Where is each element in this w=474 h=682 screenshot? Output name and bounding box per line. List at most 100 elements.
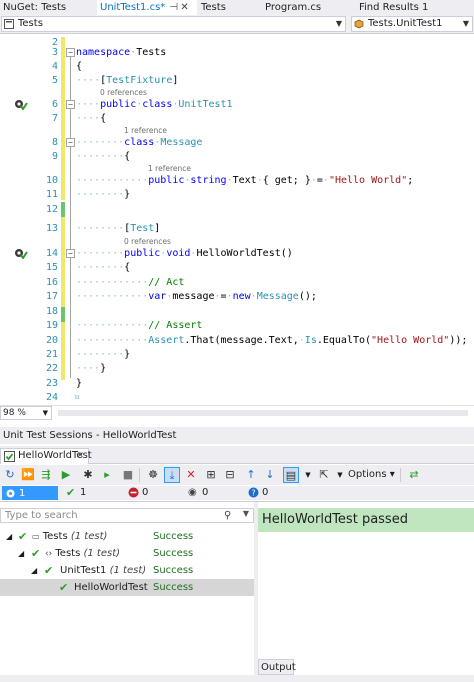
remove-icon[interactable]: ✕ xyxy=(183,467,199,483)
filter-ignored[interactable]: ◉ 0 xyxy=(186,486,236,500)
filter-failed[interactable]: 0 xyxy=(126,486,176,500)
code-line: 14 − ········public·void·HelloWorldTest(… xyxy=(45,248,293,259)
next-icon[interactable]: ↓ xyxy=(262,467,278,483)
run-icon[interactable]: ▶ xyxy=(58,467,74,483)
track-icon[interactable]: ☸ xyxy=(145,467,161,483)
tree-row[interactable]: ◢ ✔ ‹› Tests (1 test) Success xyxy=(0,545,254,562)
horizontal-scrollbar[interactable] xyxy=(58,410,468,416)
tab-tests[interactable]: Tests xyxy=(198,0,262,15)
export-icon[interactable]: ⇱ xyxy=(316,467,332,483)
search-input[interactable] xyxy=(1,509,221,522)
code-line: 19 ············// Assert xyxy=(45,320,203,331)
code-line: 16 ············// Act xyxy=(45,277,185,288)
bottom-tab-strip xyxy=(0,675,474,682)
code-line: 8 − ········class·Message xyxy=(51,137,203,148)
expand-all-icon[interactable]: ⊞ xyxy=(203,467,219,483)
chevron-down-icon[interactable]: ▼ xyxy=(332,467,348,483)
code-line: 4 { xyxy=(51,61,83,72)
test-session-icon xyxy=(4,451,15,462)
session-tab-strip: HelloWorldTest ✕ xyxy=(0,446,474,464)
all-tests-icon xyxy=(6,489,15,498)
tree-row[interactable]: ◢ ✔ ▭ Tests (1 test) Success xyxy=(0,528,254,545)
filter-passed[interactable]: ✔ 1 xyxy=(64,486,114,500)
tab-nuget-tests[interactable]: NuGet: Tests xyxy=(0,0,96,15)
collapse-icon[interactable]: − xyxy=(66,48,75,57)
project-icon: ▭ xyxy=(32,532,40,541)
session-body: ⚲ ▼ ◢ ✔ ▭ Tests (1 test) Success ◢ ✔ ‹› … xyxy=(0,501,474,682)
code-editor[interactable]: 2 3 − namespace·Tests 4 { 5 ····[TestFix… xyxy=(0,35,474,405)
code-line: 5 ····[TestFixture] xyxy=(51,75,179,86)
codelens-references[interactable]: 1 reference xyxy=(124,126,167,135)
code-line: 12 xyxy=(45,204,58,215)
class-dropdown[interactable]: Tests.UnitTest1 ▼ xyxy=(351,16,473,32)
code-line: 23 } xyxy=(45,378,83,389)
navigation-bar: Tests ▼ Tests.UnitTest1 ▼ xyxy=(0,15,474,34)
passed-icon: ✔ xyxy=(44,564,54,577)
code-line: 15 ········{ xyxy=(45,262,131,273)
code-line: 9 ········{ xyxy=(51,151,131,162)
code-line: 17 ············var·message·=·new·Message… xyxy=(45,291,317,302)
passed-icon: ✔ xyxy=(59,581,69,594)
code-line: 21 ········} xyxy=(45,349,131,360)
chevron-down-icon[interactable]: ▼ xyxy=(243,509,249,518)
filter-unknown[interactable]: ? 0 xyxy=(246,486,296,500)
codelens-references[interactable]: 0 references xyxy=(100,88,147,97)
close-icon[interactable]: ✕ xyxy=(180,0,188,15)
chevron-down-icon[interactable]: ▼ xyxy=(300,467,316,483)
stop-icon[interactable]: ■ xyxy=(120,467,136,483)
debug-icon[interactable]: ✱ xyxy=(80,467,96,483)
passed-icon: ✔ xyxy=(66,486,76,499)
previous-icon[interactable]: ↑ xyxy=(243,467,259,483)
session-tab[interactable]: HelloWorldTest ✕ xyxy=(0,448,92,464)
expanded-arrow-icon[interactable]: ◢ xyxy=(18,545,24,562)
unknown-icon: ? xyxy=(248,487,259,498)
unit-test-toolbar: ↻ ⏩ ⇶ ▶ ✱ ▸ ■ ☸ ⤓ ✕ ⊞ ⊟ ↑ ↓ ▤ ▼ ⇱ ▼ Opti… xyxy=(0,465,474,485)
search-icon[interactable]: ⚲ xyxy=(224,510,235,521)
codelens-references[interactable]: 0 references xyxy=(124,237,171,246)
codelens-references[interactable]: 1 reference xyxy=(148,164,191,173)
expanded-arrow-icon[interactable]: ◢ xyxy=(6,528,12,545)
filter-all[interactable]: 1 xyxy=(2,486,58,500)
namespace-icon: ‹› xyxy=(45,549,53,559)
collapse-icon[interactable]: − xyxy=(66,249,75,258)
chevron-down-icon: ▼ xyxy=(42,409,48,417)
tab-find-results[interactable]: Find Results 1 xyxy=(356,0,474,15)
chevron-down-icon: ▼ xyxy=(462,19,469,28)
csharp-project-icon xyxy=(4,19,14,29)
code-line: 20 ············Assert.That(message.Text,… xyxy=(45,335,468,346)
code-line: 7 ····{ xyxy=(51,113,107,124)
zoom-dropdown[interactable]: 98 % ▼ xyxy=(0,406,52,420)
pin-icon[interactable]: ⊣ xyxy=(169,0,178,15)
collapse-icon[interactable]: − xyxy=(66,100,75,109)
code-line: 10 ············public·string·Text·{ get;… xyxy=(45,175,414,186)
ignored-icon: ◉ xyxy=(188,487,197,498)
expanded-arrow-icon[interactable]: ◢ xyxy=(31,562,37,579)
tree-row[interactable]: ◢ ✔ UnitTest1 (1 test) Success xyxy=(0,562,254,579)
tab-unittest1[interactable]: UnitTest1.cs* ⊣ ✕ xyxy=(97,0,197,15)
code-line: 6 − ····public·class·UnitTest1 xyxy=(51,99,233,110)
tab-program[interactable]: Program.cs xyxy=(262,0,356,15)
refresh-icon[interactable]: ↻ xyxy=(2,467,18,483)
options-menu[interactable]: Options ▾ xyxy=(348,467,395,483)
auto-scroll-icon[interactable]: ⤓ xyxy=(164,467,180,483)
tree-row-selected[interactable]: ✔ HelloWorldTest Success xyxy=(0,579,254,596)
run-changed-icon[interactable]: ⇶ xyxy=(38,467,54,483)
code-line: 18 xyxy=(45,306,58,317)
coverage-icon[interactable]: ⇄ xyxy=(406,467,422,483)
result-filter-bar: 1 ✔ 1 0 ◉ 0 ? 0 xyxy=(0,486,474,500)
collapse-icon[interactable]: − xyxy=(66,138,75,147)
collapse-all-icon[interactable]: ⊟ xyxy=(222,467,238,483)
panel-title: Unit Test Sessions - HelloWorldTest xyxy=(0,427,474,444)
run-all-icon[interactable]: ⏩ xyxy=(20,467,36,483)
failed-icon xyxy=(128,487,139,498)
code-line: 11 ········} xyxy=(45,189,131,200)
project-dropdown[interactable]: Tests ▼ xyxy=(1,16,346,32)
editor-zoom-bar: 98 % ▼ xyxy=(0,405,474,420)
close-icon[interactable]: ✕ xyxy=(76,449,84,463)
tab-output[interactable]: Output xyxy=(258,659,296,675)
run-until-fail-icon[interactable]: ▸ xyxy=(99,467,115,483)
class-icon xyxy=(354,19,364,29)
passed-icon: ✔ xyxy=(18,530,28,543)
code-line: 24 ¤ xyxy=(45,392,81,403)
layout-icon[interactable]: ▤ xyxy=(283,467,299,483)
